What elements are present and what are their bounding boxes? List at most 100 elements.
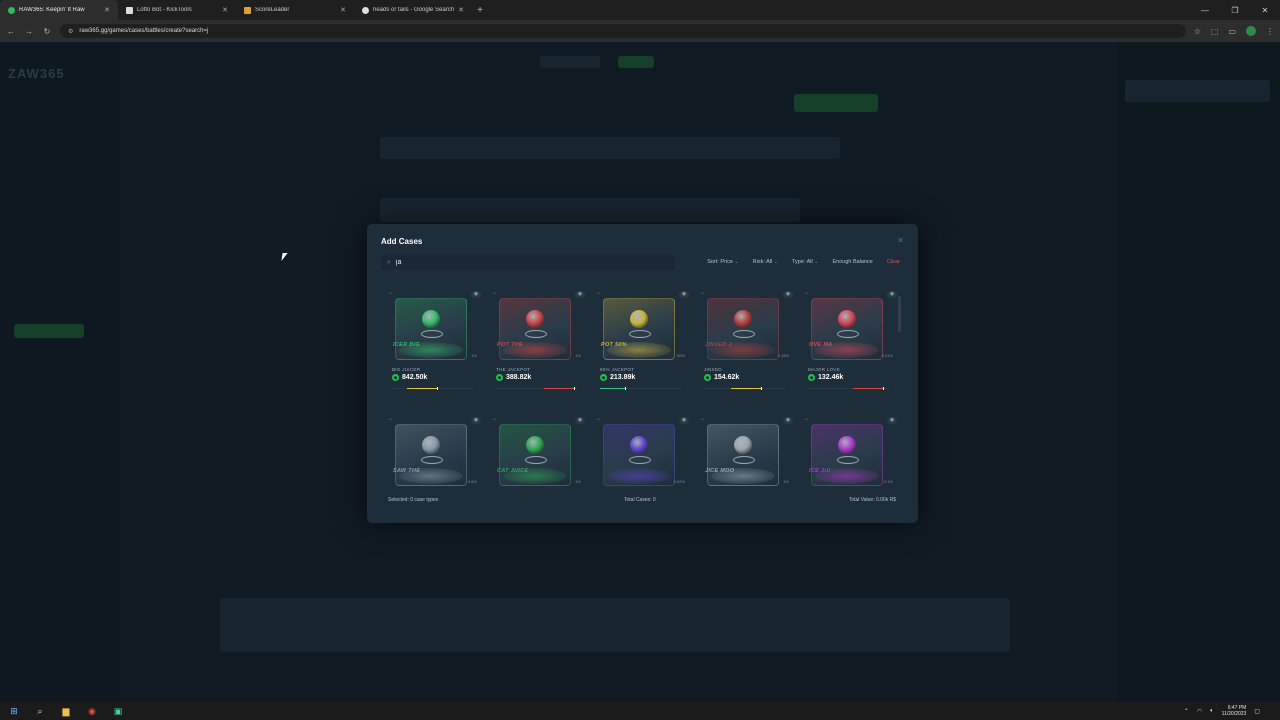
eye-icon[interactable]: ◉ [679, 291, 689, 298]
case-price-value: 842.50k [402, 374, 428, 381]
eye-icon[interactable]: ◉ [471, 291, 481, 298]
minimize-icon[interactable]: — [1190, 0, 1220, 20]
windows-start-icon[interactable]: ⊞ [6, 703, 22, 719]
pin-icon[interactable]: ⌃ [700, 418, 705, 425]
reload-icon[interactable]: ↻ [42, 27, 52, 36]
file-explorer-icon[interactable]: ▆ [58, 703, 74, 719]
scoreleader-favicon-icon [244, 6, 251, 14]
menu-kebab-icon[interactable]: ⋮ [1266, 27, 1274, 36]
search-icon: ⌕ [387, 258, 391, 266]
case-name: JINXED [704, 367, 722, 372]
kicktools-favicon-icon [126, 6, 133, 14]
close-tab-icon[interactable]: ✕ [222, 6, 228, 14]
back-arrow-icon[interactable]: ← [6, 27, 16, 36]
system-tray: ⌃ ◠ 🔈︎ 6:47 PM 11/20/2023 ▢ [1184, 702, 1260, 720]
pin-icon[interactable]: ⌃ [388, 292, 393, 299]
pin-icon[interactable]: ⌃ [388, 418, 393, 425]
type-dropdown[interactable]: Type: All ⌄ [792, 259, 819, 265]
case-card[interactable]: ⌃ ◉ POT 50% 50% 50% JACKPOT ◆ 213.89k [593, 291, 693, 402]
eye-icon[interactable]: ◉ [783, 291, 793, 298]
search-icon[interactable]: ⌕ [32, 703, 48, 719]
case-item-icon [734, 310, 752, 328]
eye-icon[interactable]: ◉ [679, 417, 689, 424]
app-icon[interactable]: ▣ [110, 703, 126, 719]
case-card[interactable]: ⌃ ◉ OVE MA 0.01% MAJOR LOVE ◆ 132.46k [801, 291, 901, 402]
case-image: CAT JUICE [497, 424, 571, 486]
case-card[interactable]: ⌃ ◉ SAW THE 0.6% [385, 417, 485, 528]
pin-icon[interactable]: ⌃ [804, 292, 809, 299]
close-tab-icon[interactable]: ✕ [104, 6, 110, 14]
ghost-tabs [380, 137, 840, 159]
case-box-label: ICER BIG [393, 342, 420, 348]
browser-tools: ☆ ⬚ ▭ ⋮ [1194, 26, 1274, 36]
add-cases-modal: Add Cases ✕ ⌕ Sort: Price ⌄ Risk: All ⌄ … [367, 224, 918, 523]
pin-icon[interactable]: ⌃ [492, 292, 497, 299]
ghost-footer [220, 598, 1010, 652]
pin-icon[interactable]: ⌃ [596, 418, 601, 425]
url-bar[interactable]: ⚙ raw365.gg/games/cases/battles/create?s… [60, 24, 1186, 38]
pin-icon[interactable]: ⌃ [700, 292, 705, 299]
bookmark-star-icon[interactable]: ☆ [1194, 27, 1201, 36]
ghost-deposit-button [618, 56, 654, 68]
tab-raw365[interactable]: RAW365: Keepin' It Raw ✕ [0, 0, 118, 20]
case-card[interactable]: ⌃ ◉ JINXED J 0.15% JINXED ◆ 154.62k [697, 291, 797, 402]
address-toolbar: ← → ↻ ⚙ raw365.gg/games/cases/battles/cr… [0, 20, 1280, 42]
search-input[interactable] [395, 259, 656, 266]
case-card[interactable]: ⌃ ◉ ICER BIG 1% BIG JUICER ◆ 842.50k [385, 291, 485, 402]
case-price: ◆ 213.89k [600, 374, 635, 381]
eye-icon[interactable]: ◉ [887, 417, 897, 424]
case-image [603, 424, 675, 486]
risk-dropdown[interactable]: Risk: All ⌄ [753, 259, 778, 265]
profile-avatar[interactable] [1246, 26, 1256, 36]
forward-arrow-icon[interactable]: → [24, 27, 34, 36]
new-tab-icon[interactable]: + [472, 2, 488, 18]
tray-chevron-icon[interactable]: ⌃ [1184, 708, 1189, 715]
side-panel-icon[interactable]: ▭ [1228, 27, 1236, 36]
raw365-favicon-icon [8, 6, 15, 14]
eye-icon[interactable]: ◉ [887, 291, 897, 298]
eye-icon[interactable]: ◉ [575, 291, 585, 298]
case-price-value: 388.82k [506, 374, 532, 381]
risk-fill [600, 388, 625, 389]
case-name: 50% JACKPOT [600, 367, 635, 372]
case-box-label: ICE JUI [809, 468, 831, 474]
case-search-box[interactable]: ⌕ [381, 255, 675, 270]
total-cases: Total Cases: 0 [624, 497, 656, 503]
clear-filters-button[interactable]: Clear [887, 259, 900, 265]
close-tab-icon[interactable]: ✕ [458, 6, 464, 14]
case-ring [733, 330, 755, 338]
tab-google-search[interactable]: heads or tails - Google Search ✕ [354, 0, 472, 20]
tab-scoreleader[interactable]: ScoreLeader ✕ [236, 0, 354, 20]
case-item-icon [422, 436, 440, 454]
ghost-balance [14, 324, 84, 338]
selected-count: Selected: 0 case types [388, 497, 439, 503]
case-card[interactable]: ⌃ ◉ JICE MOO 1% [697, 417, 797, 528]
eye-icon[interactable]: ◉ [575, 417, 585, 424]
close-window-icon[interactable]: ✕ [1250, 0, 1280, 20]
volume-icon[interactable]: 🔈︎ [1210, 708, 1214, 715]
pin-icon[interactable]: ⌃ [492, 418, 497, 425]
eye-icon[interactable]: ◉ [471, 417, 481, 424]
chrome-icon[interactable]: ◉ [84, 703, 100, 719]
case-card[interactable]: ⌃ ◉ ICE JUI 0.1% [801, 417, 901, 528]
case-ring [525, 330, 547, 338]
enough-balance-toggle[interactable]: Enough Balance [832, 259, 872, 265]
sort-dropdown[interactable]: Sort: Price ⌄ [707, 259, 738, 265]
eye-icon[interactable]: ◉ [783, 417, 793, 424]
pin-icon[interactable]: ⌃ [804, 418, 809, 425]
extensions-icon[interactable]: ⬚ [1211, 27, 1219, 36]
pin-icon[interactable]: ⌃ [596, 292, 601, 299]
modal-title: Add Cases [381, 237, 423, 246]
case-card[interactable]: ⌃ ◉ 0.02% [593, 417, 693, 528]
clock[interactable]: 6:47 PM 11/20/2023 [1222, 705, 1247, 717]
network-icon[interactable]: ◠ [1197, 708, 1202, 715]
site-info-icon[interactable]: ⚙ [68, 28, 73, 35]
close-tab-icon[interactable]: ✕ [340, 6, 346, 14]
notifications-icon[interactable]: ▢ [1254, 708, 1260, 715]
restore-icon[interactable]: ❐ [1220, 0, 1250, 20]
risk-meter [496, 387, 578, 390]
case-card[interactable]: ⌃ ◉ POT THE 1% THE JACKPOT ◆ 388.82k [489, 291, 589, 402]
case-card[interactable]: ⌃ ◉ CAT JUICE 1% [489, 417, 589, 528]
tab-lotto-bot[interactable]: Lotto Bot - KickTools ✕ [118, 0, 236, 20]
close-icon[interactable]: ✕ [897, 236, 904, 245]
